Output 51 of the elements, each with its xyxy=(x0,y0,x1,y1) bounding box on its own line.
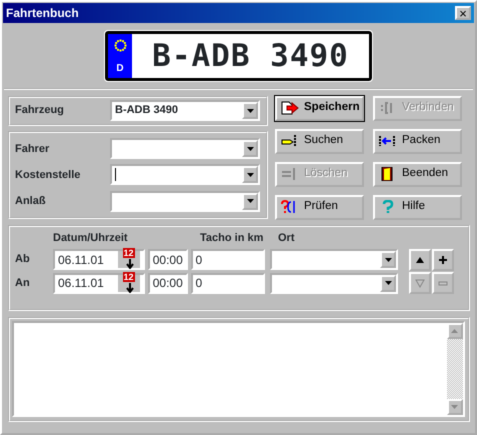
combo-value: B-ADB 3490 xyxy=(115,103,178,118)
plus-icon xyxy=(438,255,448,265)
vehicle-combo[interactable]: B-ADB 3490 xyxy=(110,100,260,121)
calendar-button[interactable]: 12 xyxy=(118,251,140,268)
up-button[interactable] xyxy=(409,249,431,271)
odometer-field[interactable]: 0 xyxy=(190,272,264,294)
save-arrow-icon xyxy=(281,101,299,115)
odometer-field[interactable]: 0 xyxy=(190,249,264,270)
field-label: Fahrer xyxy=(15,142,50,157)
scroll-up-icon xyxy=(451,329,458,334)
notes-field[interactable] xyxy=(12,321,465,417)
date-value: 06.11.01 xyxy=(58,252,104,269)
field-label: Anlaß xyxy=(15,194,46,209)
combo-field[interactable] xyxy=(110,190,260,212)
date-field[interactable]: 06.11.01 12 xyxy=(53,272,145,294)
scroll-down-button[interactable] xyxy=(446,398,463,415)
eu-stars-icon xyxy=(112,38,128,53)
add-button[interactable] xyxy=(432,249,454,271)
arrow-bracket-icon xyxy=(379,134,397,148)
date-value: 06.11.01 xyxy=(58,275,104,292)
toolbar-button[interactable]: Suchen xyxy=(275,128,364,154)
close-button[interactable]: × xyxy=(455,6,471,20)
toolbar-button[interactable]: Beenden xyxy=(373,162,462,186)
calendar-arrow-icon xyxy=(126,258,134,269)
scrollbar[interactable] xyxy=(446,323,463,415)
time-field[interactable]: 00:00 xyxy=(148,249,188,270)
combo-field[interactable] xyxy=(110,164,260,186)
column-header: Datum/Uhrzeit xyxy=(53,230,129,246)
scroll-up-button[interactable] xyxy=(446,323,463,340)
window-title: Fahrtenbuch xyxy=(6,5,79,22)
field-label: Fahrzeug xyxy=(15,103,64,118)
column-header: Ort xyxy=(278,230,296,246)
field-label: Kostenstelle xyxy=(15,168,80,183)
triangle-down-icon xyxy=(415,278,425,288)
toolbar-button[interactable]: Hilfe xyxy=(373,194,462,220)
pointing-hand-icon xyxy=(281,134,299,148)
plate-number: B-ADB 3490 xyxy=(151,37,350,76)
row-label: An xyxy=(15,276,31,292)
calendar-arrow-icon xyxy=(126,282,134,293)
toolbar-button[interactable]: Speichern xyxy=(275,96,364,120)
toolbar-button[interactable]: Packen xyxy=(373,128,462,154)
country-code: D xyxy=(116,62,124,76)
column-header: Tacho in km xyxy=(200,230,264,246)
combo-field[interactable] xyxy=(110,138,260,160)
row-label: Ab xyxy=(15,252,31,268)
triangle-up-icon xyxy=(415,255,425,265)
toolbar-button[interactable]: Prüfen xyxy=(275,194,364,220)
time-field[interactable]: 00:00 xyxy=(148,272,188,294)
calendar-button[interactable]: 12 xyxy=(118,274,140,292)
date-field[interactable]: 06.11.01 12 xyxy=(53,249,145,270)
scroll-down-icon xyxy=(451,404,458,409)
